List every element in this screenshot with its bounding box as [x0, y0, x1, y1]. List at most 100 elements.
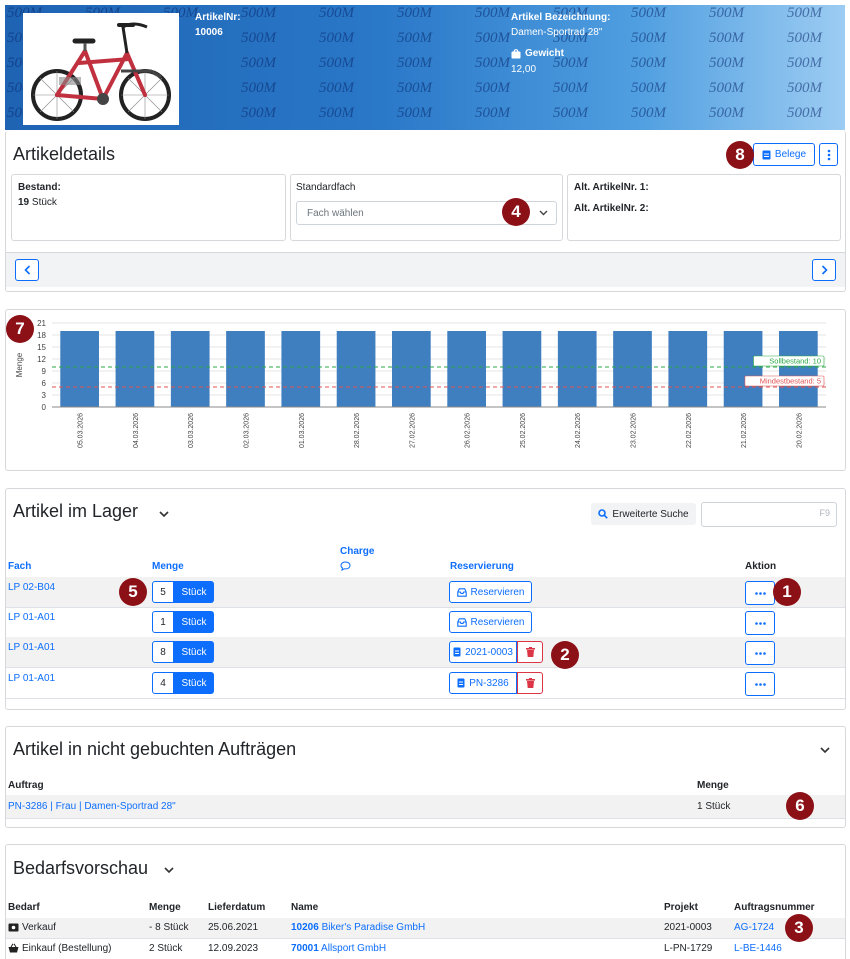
x-tick-label: 01.03.2026	[299, 413, 306, 448]
table-row: Einkauf (Bestellung) 2 Stück 12.09.2023 …	[6, 939, 845, 959]
bezeichnung-label: Artikel Bezeichnung:	[511, 12, 611, 23]
alt-artikelnr-box: Alt. ArtikelNr. 1: Alt. ArtikelNr. 2:	[567, 174, 841, 241]
chevron-down-icon[interactable]	[818, 743, 832, 757]
unit-button[interactable]: Stück	[174, 672, 214, 694]
x-tick-label: 05.03.2026	[78, 413, 85, 448]
trash-icon	[525, 678, 535, 688]
watermark-text: 500M	[475, 5, 510, 21]
aktion-more-button[interactable]	[745, 672, 775, 696]
fach-link[interactable]: LP 01-A01	[8, 642, 55, 653]
fach-link[interactable]: LP 01-A01	[8, 612, 55, 623]
table-row: PN-3286 | Frau | Damen-Sportrad 28" 1 St…	[6, 795, 845, 819]
watermark-text: 500M	[319, 55, 354, 71]
y-tick-label: 15	[37, 343, 46, 352]
aktion-more-button[interactable]	[745, 611, 775, 635]
unit-button[interactable]: Stück	[174, 641, 214, 663]
watermark-text: 500M	[241, 55, 276, 71]
watermark-text: 500M	[787, 80, 822, 96]
aktion-more-button[interactable]	[745, 641, 775, 665]
x-tick-label: 24.02.2026	[575, 413, 582, 448]
bedarf-auftragsnummer[interactable]: AG-1724	[734, 922, 774, 933]
bedarf-type: Verkauf	[22, 922, 56, 933]
auftrag-link[interactable]: PN-3286 | Frau | Damen-Sportrad 28"	[8, 801, 176, 812]
bedarf-lieferdatum: 12.09.2023	[208, 943, 259, 954]
chevron-down-icon[interactable]	[157, 507, 171, 521]
stock-chart-panel: 0 3 6 9 12 15 18 21 Menge 05.03.2026 04.03.2026 03.…	[5, 309, 846, 471]
quantity-value[interactable]: 5	[152, 581, 174, 603]
quantity-value[interactable]: 8	[152, 641, 174, 663]
details-more-button[interactable]	[819, 143, 838, 166]
inbox-icon	[456, 617, 467, 627]
lager-search-input[interactable]: F9	[701, 502, 837, 527]
erweiterte-suche-label: Erweiterte Suche	[612, 508, 689, 520]
bezeichnung-value: Damen-Sportrad 28"	[511, 27, 603, 38]
fach-link[interactable]: LP 01-A01	[8, 673, 55, 684]
reservieren-button[interactable]: Reservieren	[449, 581, 532, 603]
col-auftrag-menge: Menge	[697, 780, 729, 791]
quantity-stepper[interactable]: 1 Stück	[152, 611, 214, 633]
bestand-label: Bestand:	[18, 182, 61, 193]
chevron-right-icon	[821, 265, 828, 275]
bedarf-name-link[interactable]: 10206 Biker's Paradise GmbH	[291, 922, 425, 933]
bedarf-name-id: 10206	[291, 922, 319, 933]
prev-button[interactable]	[15, 259, 39, 281]
reservation-link[interactable]: PN-3286	[449, 672, 517, 694]
callout-badge-4: 4	[502, 198, 530, 226]
quantity-stepper[interactable]: 8 Stück	[152, 641, 214, 663]
col-aktion: Aktion	[745, 561, 777, 572]
reservieren-button[interactable]: Reservieren	[449, 611, 532, 633]
col-name: Name	[291, 902, 319, 913]
stock-chart: 0 3 6 9 12 15 18 21 Menge 05.03.2026 04.03.2026 03.…	[15, 319, 826, 448]
col-menge[interactable]: Menge	[152, 561, 184, 572]
watermark-text: 500M	[475, 105, 510, 121]
quantity-stepper[interactable]: 4 Stück	[152, 672, 214, 694]
fach-link[interactable]: LP 02-B04	[8, 582, 55, 593]
bedarf-auftragsnummer[interactable]: L-BE-1446	[734, 943, 782, 954]
col-reservierung[interactable]: Reservierung	[450, 561, 514, 572]
document-icon	[762, 150, 771, 159]
quantity-stepper[interactable]: 5 Stück	[152, 581, 214, 603]
basket-icon	[8, 943, 19, 953]
col-charge[interactable]: Charge	[340, 546, 374, 557]
col-fach[interactable]: Fach	[8, 561, 31, 572]
bedarf-name-link[interactable]: 70001 Allsport GmbH	[291, 943, 386, 954]
col-auftrag: Auftrag	[8, 780, 44, 791]
standardfach-label: Standardfach	[296, 182, 356, 193]
watermark-text: 500M	[553, 80, 588, 96]
bar	[170, 331, 210, 407]
auftraege-title: Artikel in nicht gebuchten Aufträgen	[13, 739, 297, 759]
erweiterte-suche-button[interactable]: Erweiterte Suche	[591, 503, 696, 525]
watermark-text: 500M	[319, 30, 354, 46]
unit-button[interactable]: Stück	[174, 581, 214, 603]
gewicht-label: Gewicht	[511, 48, 564, 59]
bar	[447, 331, 486, 407]
inbox-icon	[456, 587, 467, 597]
horizontal-dots-icon	[754, 621, 766, 625]
watermark-text: 500M	[319, 80, 354, 96]
bedarf-menge: - 8 Stück	[149, 922, 189, 933]
aktion-more-button[interactable]	[745, 581, 775, 605]
bar	[502, 331, 542, 407]
quantity-value[interactable]: 1	[152, 611, 174, 633]
watermark-text: 500M	[397, 105, 432, 121]
unit-button[interactable]: Stück	[174, 611, 214, 633]
document-icon	[453, 647, 461, 657]
chevron-down-icon[interactable]	[162, 863, 176, 877]
watermark-text: 500M	[397, 80, 432, 96]
delete-reservation-button[interactable]	[517, 641, 543, 663]
comment-icon[interactable]	[340, 561, 351, 571]
next-button[interactable]	[812, 259, 836, 281]
y-axis-label: Menge	[15, 352, 24, 377]
bar	[723, 331, 763, 407]
y-tick-label: 18	[37, 331, 46, 340]
belege-label: Belege	[774, 149, 807, 160]
search-icon	[598, 509, 609, 519]
x-tick-label: 20.02.2026	[796, 413, 803, 448]
delete-reservation-button[interactable]	[517, 672, 543, 694]
reservation-link[interactable]: 2021-0003	[449, 641, 517, 663]
quantity-value[interactable]: 4	[152, 672, 174, 694]
belege-button[interactable]: Belege	[753, 143, 815, 166]
chevron-down-icon	[539, 210, 548, 216]
watermark-text: 500M	[241, 105, 276, 121]
bedarf-lieferdatum: 25.06.2021	[208, 922, 259, 933]
